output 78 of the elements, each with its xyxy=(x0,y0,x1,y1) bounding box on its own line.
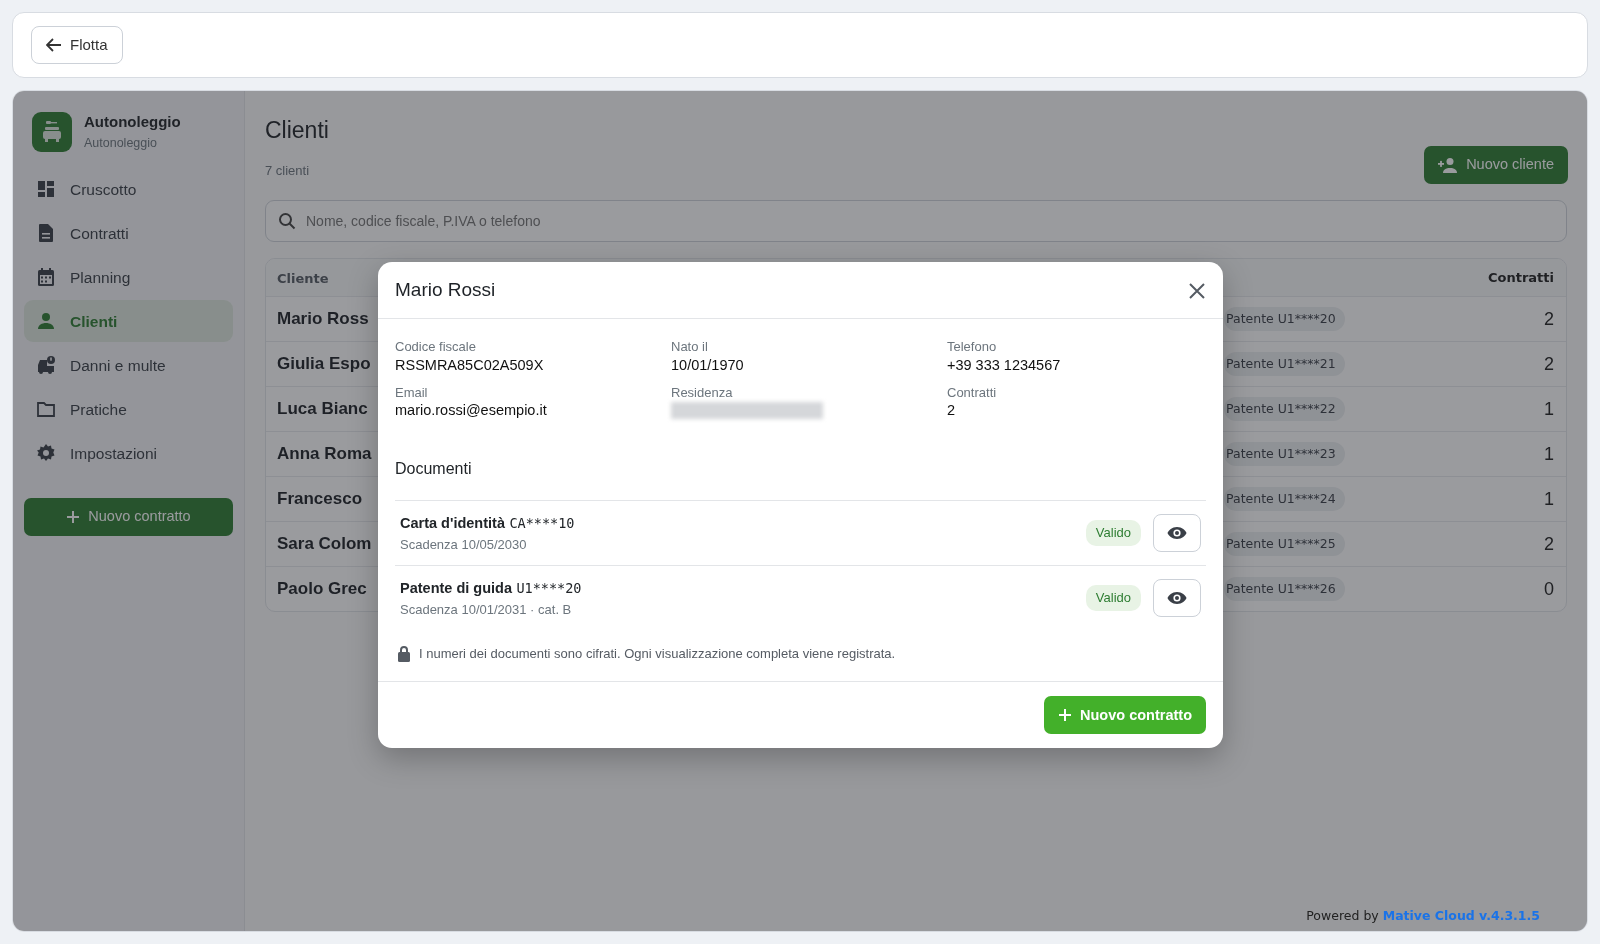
sidebar-item[interactable]: Danni e multe xyxy=(24,344,233,387)
status-badge: Valido xyxy=(1085,585,1141,611)
document-tag: Patente U1****21 xyxy=(1224,351,1345,377)
plus-icon xyxy=(66,510,81,525)
sidebar-item[interactable]: Clienti xyxy=(24,300,233,343)
document-tag: Patente U1****23 xyxy=(1224,441,1345,467)
person-icon xyxy=(36,311,56,332)
new-client-button[interactable]: Nuovo cliente xyxy=(1424,146,1568,184)
eye-icon xyxy=(1167,590,1187,605)
new-contract-button[interactable]: Nuovo contratto xyxy=(24,498,233,537)
brand-subtitle: Autonoleggio xyxy=(84,134,158,152)
document-tag: Patente U1****22 xyxy=(1224,396,1345,422)
close-icon xyxy=(1188,281,1206,300)
field-label: Residenza xyxy=(671,384,734,401)
document-expiry: Scadenza 10/05/2030 xyxy=(400,536,528,555)
add-person-icon xyxy=(1438,157,1459,173)
eye-icon xyxy=(1167,525,1187,540)
document-tag: Patente U1****26 xyxy=(1224,576,1345,602)
contract-count: 2 xyxy=(1544,532,1554,556)
field-label: Nato il xyxy=(671,339,709,355)
brand-title: Autonoleggio xyxy=(84,112,181,132)
document-tag: Patente U1****20 xyxy=(1224,306,1345,332)
client-count: 7 clienti xyxy=(265,161,311,180)
field-value: 10/01/1970 xyxy=(671,355,745,375)
sidebar-item[interactable]: Pratiche xyxy=(24,388,233,431)
plus-icon xyxy=(1058,708,1073,723)
document-expiry: Scadenza 10/01/2031 · cat. B xyxy=(400,601,573,620)
field-value: +39 333 1234567 xyxy=(947,355,1062,375)
client-name: Anna Roma xyxy=(277,444,372,464)
page-title: Clienti xyxy=(265,117,329,145)
car-alert-icon xyxy=(36,355,56,376)
folder-icon xyxy=(36,399,56,420)
new-contract-button[interactable]: Nuovo contratto xyxy=(1044,696,1206,735)
sidebar-item[interactable]: Impostazioni xyxy=(24,432,233,475)
field-value: 2 xyxy=(947,401,957,421)
column-header: Contratti xyxy=(1488,268,1554,287)
client-name: Luca Bianc xyxy=(277,399,368,419)
document-title: Carta d'identità CA****10 xyxy=(400,514,575,534)
document-title: Patente di guida U1****20 xyxy=(400,579,582,599)
contract-count: 1 xyxy=(1544,442,1554,466)
documents-heading: Documenti xyxy=(394,458,473,479)
field-label: Telefono xyxy=(947,339,998,355)
contract-count: 0 xyxy=(1544,577,1554,601)
field-label: Email xyxy=(395,384,429,401)
contract-count: 1 xyxy=(1544,397,1554,421)
back-button[interactable]: Flotta xyxy=(31,26,123,64)
field-label: Contratti xyxy=(947,384,998,401)
contract-count: 2 xyxy=(1544,307,1554,331)
dialog-title: Mario Rossi xyxy=(395,278,496,302)
contract-count: 2 xyxy=(1544,352,1554,376)
sidebar-item[interactable]: Cruscotto xyxy=(24,168,233,211)
document-tag: Patente U1****24 xyxy=(1224,486,1345,512)
client-name: Giulia Espo xyxy=(277,354,371,374)
contract-count: 1 xyxy=(1544,487,1554,511)
dashboard-icon xyxy=(36,179,56,200)
client-name: Mario Ross xyxy=(277,309,369,329)
sidebar-item[interactable]: Contratti xyxy=(24,212,233,255)
car-logo-icon xyxy=(32,111,72,152)
field-value: RSSMRA85C02A509X xyxy=(395,355,545,375)
field-value: mario.rossi@esempio.it xyxy=(395,401,548,421)
document-icon xyxy=(36,223,56,244)
security-note: I numeri dei documenti sono cifrati. Ogni visualizzazione completa viene registrata. xyxy=(419,644,896,663)
field-label: Codice fiscale xyxy=(395,339,477,355)
lock-icon xyxy=(397,645,411,663)
search-icon xyxy=(278,212,296,230)
client-name: Sara Colom xyxy=(277,534,372,554)
view-button[interactable] xyxy=(1153,513,1201,552)
calendar-icon xyxy=(36,267,56,288)
powered-by-text: Powered by Mative Cloud v.4.3.1.5 xyxy=(1306,907,1540,926)
search-field[interactable]: Nome, codice fiscale, P.IVA o telefono xyxy=(265,200,1567,242)
column-header: Cliente xyxy=(277,270,329,286)
arrow-left-icon xyxy=(46,38,62,52)
client-name: Francesco xyxy=(277,489,363,509)
document-tag: Patente U1****25 xyxy=(1224,531,1345,557)
view-button[interactable] xyxy=(1153,578,1201,617)
status-badge: Valido xyxy=(1085,520,1141,546)
client-name: Paolo Grec xyxy=(277,579,367,599)
sidebar-item[interactable]: Planning xyxy=(24,256,233,299)
